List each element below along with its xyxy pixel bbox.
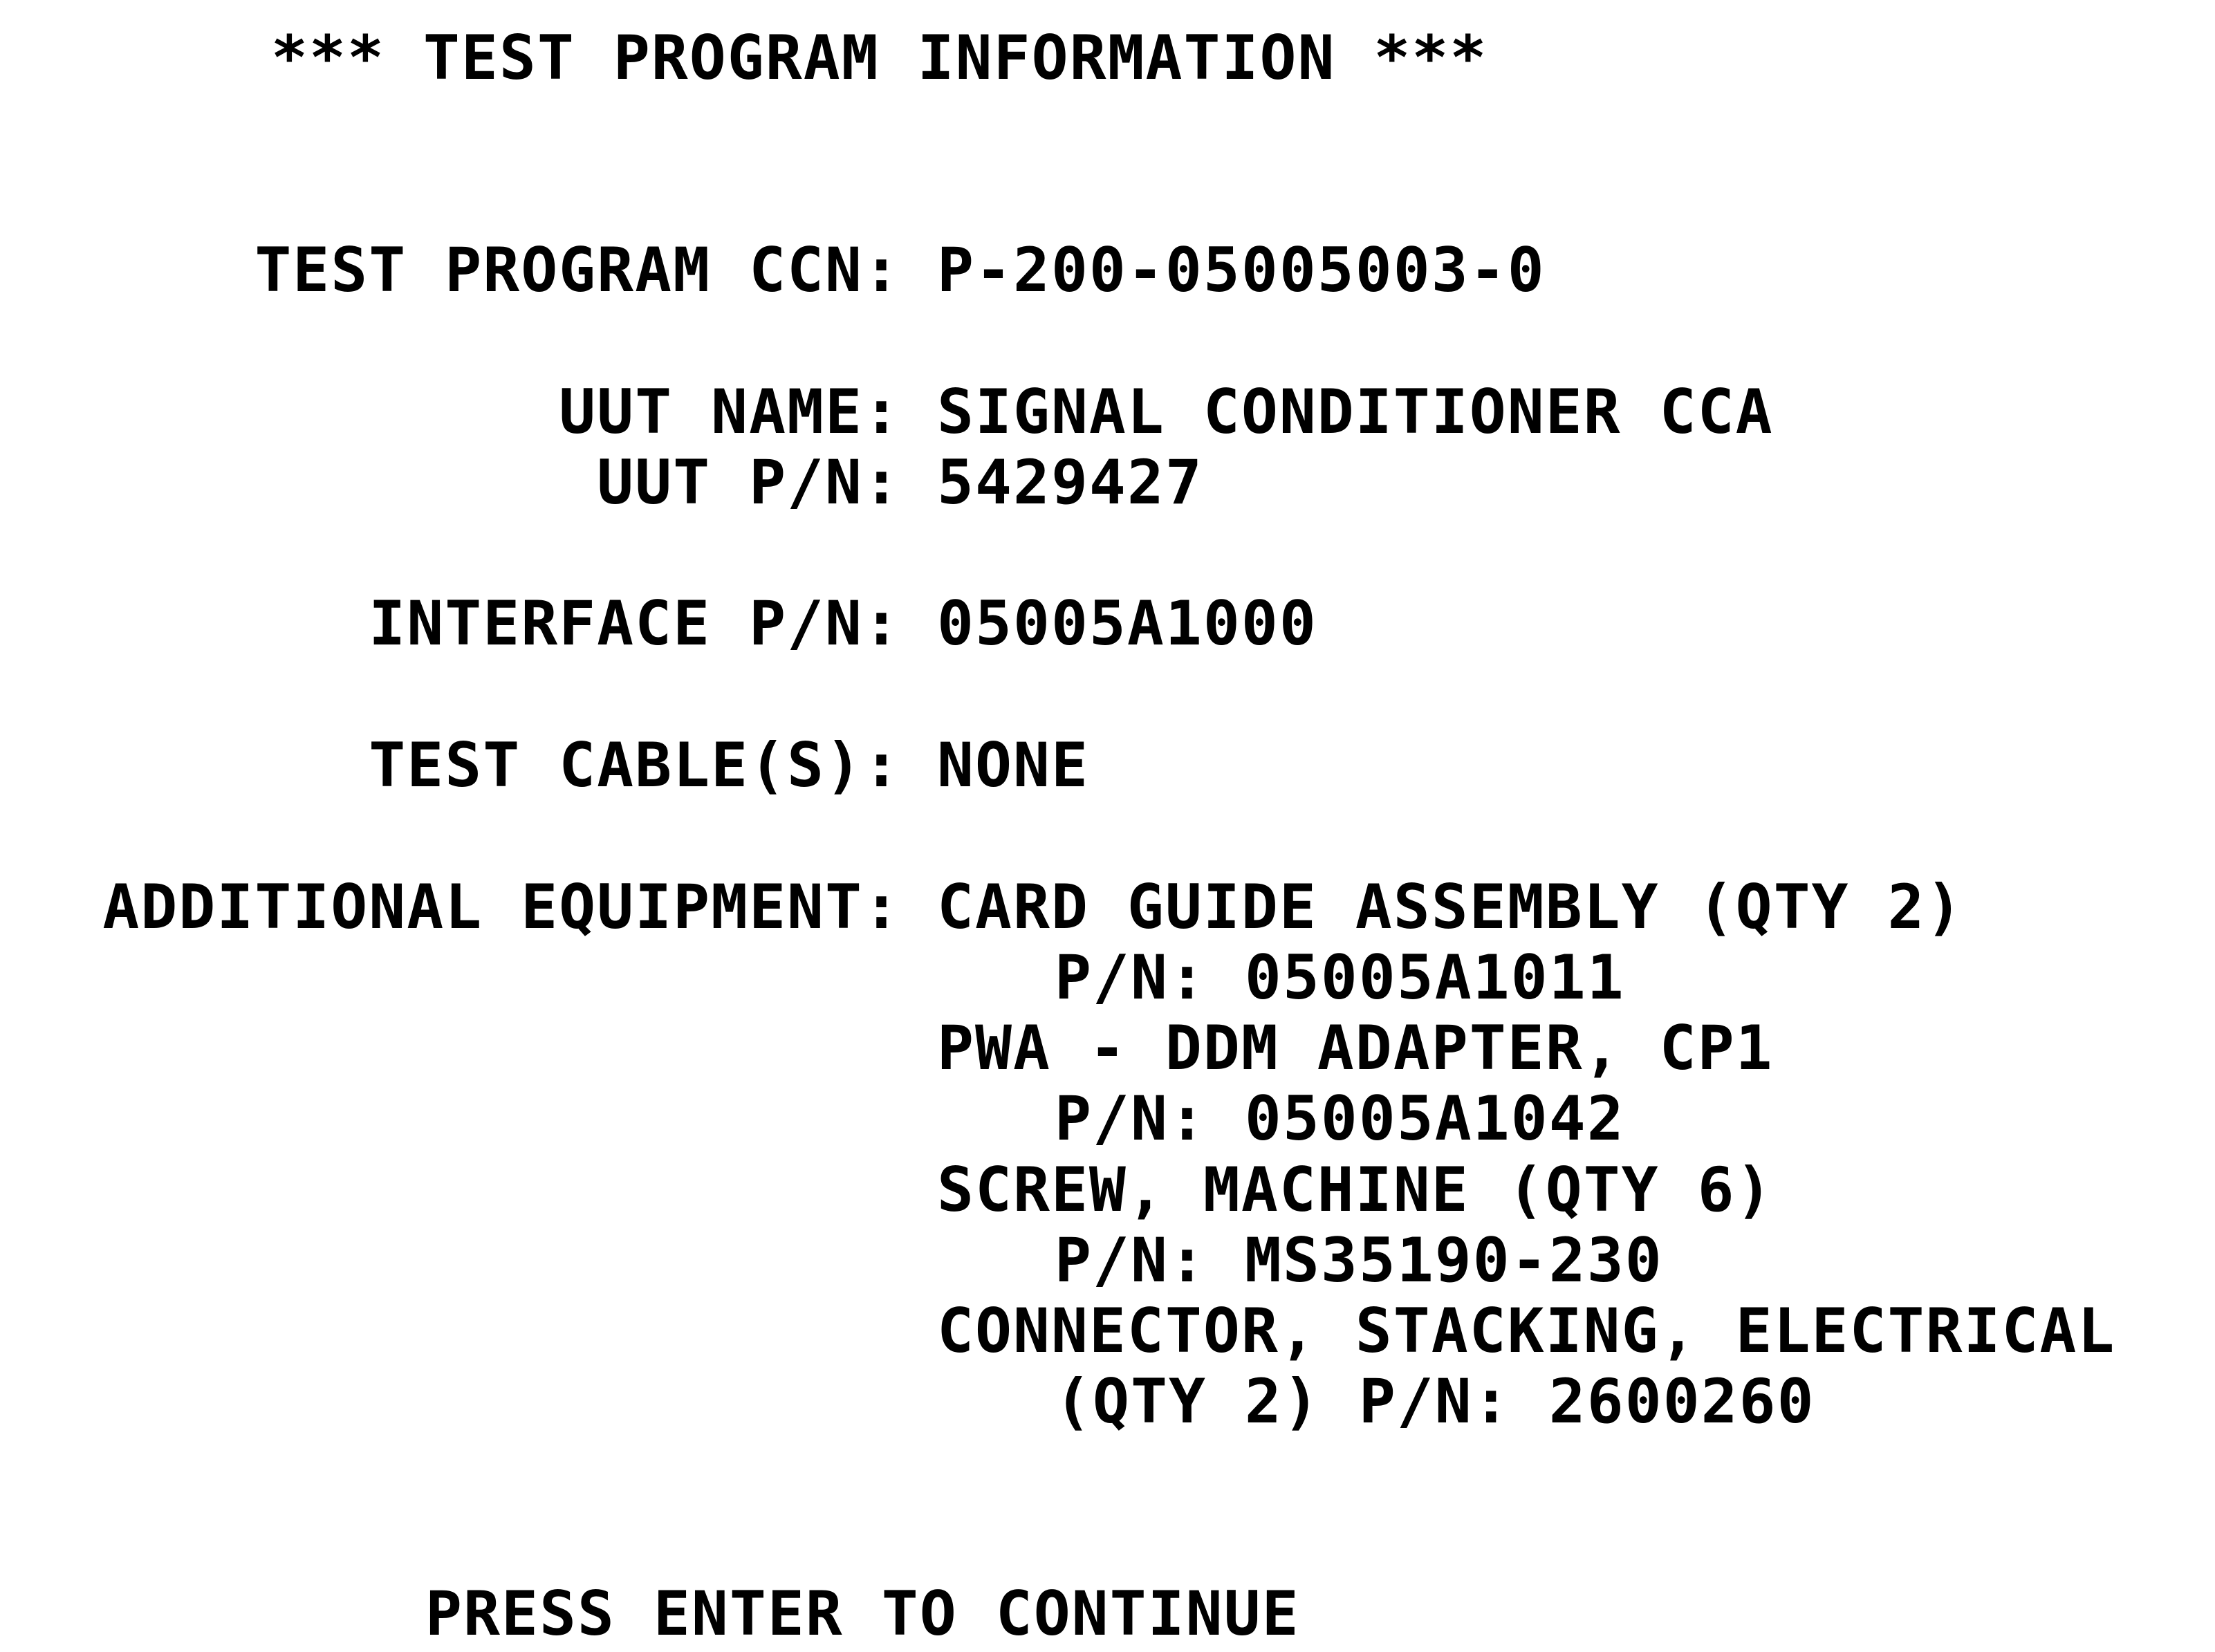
equipment-item-name: CONNECTOR, STACKING, ELECTRICAL — [937, 1295, 2116, 1366]
equipment-item-detail: (QTY 2) P/N: 2600260 — [1055, 1366, 1815, 1437]
ccn-label: TEST PROGRAM CCN: — [254, 234, 901, 306]
equipment-item-name: SCREW, MACHINE (QTY 6) — [937, 1154, 1774, 1225]
uut-name-label: UUT NAME: — [559, 376, 901, 447]
interface-pn-label: INTERFACE P/N: — [369, 588, 901, 659]
continue-prompt: PRESS ENTER TO CONTINUE — [425, 1578, 1300, 1649]
uut-pn-value: 5429427 — [937, 447, 1203, 518]
uut-name-value: SIGNAL CONDITIONER CCA — [937, 376, 1774, 447]
equipment-item-name: PWA - DDM ADAPTER, CP1 — [937, 1012, 1774, 1084]
terminal-screen: *** TEST PROGRAM INFORMATION *** TEST PR… — [0, 0, 2215, 1652]
equipment-item-detail: P/N: 05005A1011 — [1055, 942, 1625, 1013]
equipment-item-detail: P/N: MS35190-230 — [1055, 1225, 1663, 1296]
ccn-value: P-200-05005003-0 — [937, 234, 1546, 306]
equipment-item-name: CARD GUIDE ASSEMBLY (QTY 2) — [937, 871, 1964, 943]
uut-pn-label: UUT P/N: — [597, 447, 901, 518]
test-cables-value: NONE — [937, 730, 1089, 801]
equipment-item-detail: P/N: 05005A1042 — [1055, 1083, 1625, 1154]
test-cables-label: TEST CABLE(S): — [369, 730, 901, 801]
screen-title: *** TEST PROGRAM INFORMATION *** — [271, 22, 1488, 93]
interface-pn-value: 05005A1000 — [937, 588, 1317, 659]
additional-equipment-label: ADDITIONAL EQUIPMENT: — [102, 871, 901, 943]
